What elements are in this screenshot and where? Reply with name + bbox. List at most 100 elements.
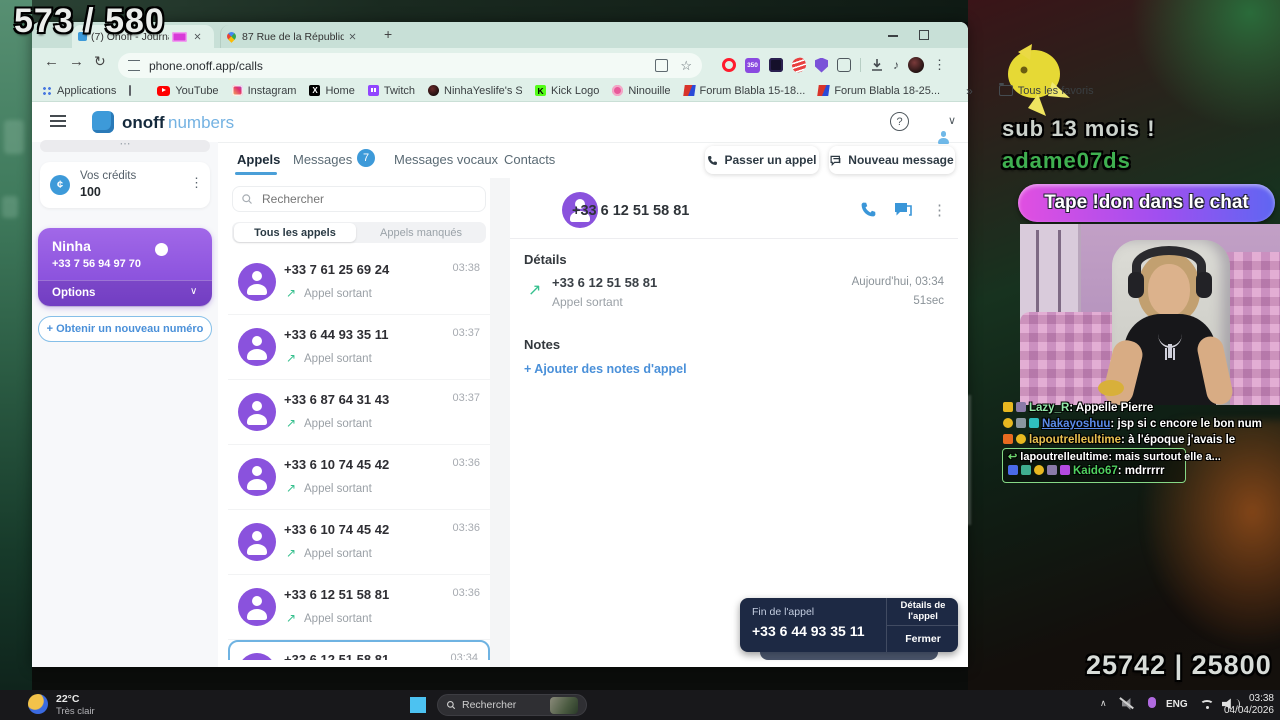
tab-close-icon[interactable] (349, 33, 356, 40)
new-number-button[interactable]: + Obtenir un nouveau numéro (38, 316, 212, 342)
call-type-label: Appel sortant (304, 418, 372, 430)
taskbar-search[interactable]: Rechercher (437, 694, 587, 716)
call-row[interactable]: +33 7 61 25 69 24 03:38 ↗ Appel sortant (228, 250, 490, 315)
outgoing-arrow-icon: ↗ (286, 351, 297, 365)
bookmark-forum2[interactable]: Forum Blabla 18-25... (817, 84, 941, 97)
filter-all-calls[interactable]: Tous les appels (234, 223, 356, 242)
bookmark-ninouille[interactable]: Ninouille (612, 84, 671, 97)
chat-badge-icon (1047, 465, 1057, 475)
folder-icon (998, 82, 1013, 96)
account-avatar-icon[interactable] (933, 127, 953, 147)
call-row[interactable]: +33 6 44 93 35 11 03:37 ↗ Appel sortant (228, 315, 490, 380)
contact-avatar-icon (238, 653, 276, 660)
language-indicator[interactable]: ENG (1166, 699, 1188, 710)
call-time: 03:37 (452, 327, 480, 339)
popup-details-button[interactable]: Détails de l'appel (887, 598, 959, 625)
phone-line-card[interactable]: Ninha +33 7 56 94 97 70 Options ∨ (38, 228, 212, 307)
call-row[interactable]: +33 6 10 74 45 42 03:36 ↗ Appel sortant (228, 510, 490, 575)
opera-extension-icon[interactable] (722, 58, 736, 72)
add-notes-link[interactable]: + Ajouter des notes d'appel (524, 362, 687, 376)
onoff-logo-name: onoff (122, 113, 165, 132)
browser-tab-maps[interactable]: 87 Rue de la République - Goo (220, 25, 372, 48)
outgoing-arrow-icon: ↗ (286, 611, 297, 625)
download-icon[interactable] (870, 58, 884, 72)
chat-line: Lazy_R: Appelle Pierre (1003, 402, 1153, 414)
call-row[interactable]: +33 6 10 74 45 42 03:36 ↗ Appel sortant (228, 445, 490, 510)
tab-messages[interactable]: Messages (293, 152, 352, 167)
chat-badge-icon (1034, 465, 1044, 475)
tray-expand-icon[interactable]: ∧ (1100, 698, 1107, 709)
bookmark-label: Forum Blabla 18-25... (834, 84, 941, 97)
bookmark-applications[interactable]: Applications (42, 85, 116, 97)
detail-entry-duration: 51sec (913, 295, 944, 307)
call-search-field[interactable] (232, 186, 486, 212)
bookmark-ninha[interactable]: NinhaYeslife's Splitg... (428, 85, 522, 97)
detail-menu-icon[interactable]: ⋮ (932, 201, 947, 219)
dark-extension-icon[interactable] (769, 58, 783, 72)
clock-time[interactable]: 03:38 (1208, 693, 1274, 704)
onoff-logo-product: numbers (168, 113, 235, 132)
grid-icon[interactable] (129, 85, 132, 96)
call-row-selected[interactable]: +33 6 12 51 58 81 03:34 (228, 640, 490, 660)
bookmark-kick[interactable]: K Kick Logo (535, 85, 599, 97)
bookmarks-overflow-icon[interactable]: » (966, 84, 973, 98)
chat-message: à l'époque j'avais le (1128, 434, 1236, 446)
call-row[interactable]: +33 6 87 64 31 43 03:37 ↗ Appel sortant (228, 380, 490, 445)
detail-call-icon[interactable] (860, 201, 877, 218)
bookmark-forum1[interactable]: Forum Blabla 15-18... (682, 85, 805, 97)
address-bar[interactable]: phone.onoff.app/calls ☆ (118, 53, 702, 78)
microphone-icon[interactable] (1148, 697, 1156, 708)
help-icon[interactable]: ? (890, 112, 909, 131)
tab-contacts[interactable]: Contacts (504, 152, 555, 167)
clock-date[interactable]: 04/04/2026 (1208, 705, 1274, 716)
line-options-row[interactable]: Options ∨ (38, 280, 212, 307)
call-number: +33 6 10 74 45 42 (284, 457, 390, 472)
account-chevron-icon[interactable]: ∨ (948, 114, 956, 127)
detail-message-icon[interactable] (894, 202, 912, 218)
tab-messages-vocaux[interactable]: Messages vocaux (394, 152, 498, 167)
tab-appels[interactable]: Appels (237, 152, 280, 167)
weather-icon (28, 694, 48, 714)
media-control-icon[interactable]: ♪ (893, 58, 899, 72)
new-message-button-label: Nouveau message (848, 153, 954, 167)
red-extension-icon[interactable] (790, 56, 808, 74)
all-bookmarks-folder[interactable]: Tous les favoris (998, 82, 1094, 97)
tab-close-icon[interactable] (194, 33, 201, 40)
search-input[interactable] (260, 191, 464, 207)
call-button[interactable]: Passer un appel (705, 146, 819, 174)
window-minimize-button[interactable] (888, 35, 898, 37)
streak-extension-icon[interactable]: 350 (745, 57, 760, 73)
filter-missed-calls[interactable]: Appels manqués (358, 223, 484, 242)
shield-extension-icon[interactable] (815, 57, 828, 73)
windows-start-icon[interactable] (410, 697, 426, 713)
credits-card[interactable]: ¢ Vos crédits 100 ⋮ (40, 162, 210, 208)
bookmark-instagram[interactable]: Instagram (231, 85, 296, 97)
sidebar-drag-handle[interactable]: ⋯ (40, 139, 210, 152)
bookmark-label: Ninouille (628, 84, 671, 97)
call-row[interactable]: +33 6 12 51 58 81 03:36 ↗ Appel sortant (228, 575, 490, 640)
profile-avatar[interactable] (908, 57, 924, 73)
popup-close-button[interactable]: Fermer (887, 626, 959, 652)
sub-counter: 573 / 580 (14, 2, 165, 40)
bookmark-twitch[interactable]: Twitch (367, 85, 415, 97)
app-menu-icon[interactable] (50, 115, 66, 117)
extensions-puzzle-icon[interactable] (837, 58, 851, 72)
browser-menu-icon[interactable]: ⋮ (933, 57, 946, 73)
bookmark-home-x[interactable]: X Home (309, 85, 355, 97)
weather-temp[interactable]: 22°C (56, 693, 79, 705)
chat-separator: : (1069, 402, 1074, 414)
reload-icon[interactable]: ↻ (94, 53, 106, 70)
call-type-label: Appel sortant (304, 613, 372, 625)
donation-banner: Tape !don dans le chat (1018, 184, 1275, 222)
call-time: 03:36 (452, 457, 480, 469)
credits-menu-icon[interactable]: ⋮ (190, 175, 203, 191)
chat-message: mais surtout elle a... (1115, 451, 1221, 463)
back-icon[interactable]: ← (44, 53, 59, 70)
window-maximize-button[interactable] (919, 30, 929, 40)
new-message-button[interactable]: Nouveau message (829, 146, 955, 174)
chat-separator: : (1108, 451, 1112, 463)
bookmark-star-icon[interactable]: ☆ (680, 58, 692, 74)
bookmark-youtube[interactable]: YouTube (157, 85, 219, 97)
new-tab-button[interactable]: + (384, 26, 392, 42)
forward-icon[interactable]: → (69, 53, 84, 70)
